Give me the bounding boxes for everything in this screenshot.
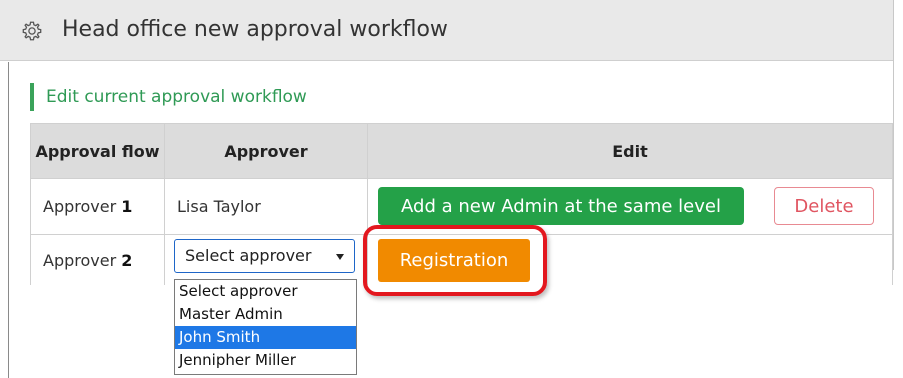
table-header-row: Approval flow Approver Edit: [30, 123, 893, 179]
section-title: Edit current approval workflow: [46, 87, 307, 107]
section-accent-bar: [30, 83, 34, 111]
dropdown-option[interactable]: Jennipher Miller: [175, 349, 356, 372]
page: Head office new approval workflow Edit c…: [0, 0, 903, 378]
approver-name: Lisa Taylor: [164, 178, 368, 235]
column-header-approval-flow: Approval flow: [30, 123, 165, 179]
approver-step-number: 1: [121, 197, 133, 216]
chevron-down-icon: [336, 254, 344, 260]
approver-select-value: Select approver: [185, 246, 312, 265]
approver-step-number: 2: [121, 250, 133, 270]
frame-border-right: [893, 0, 894, 270]
approver-step-label: Approver: [43, 197, 117, 216]
approver-step-label: Approver: [43, 250, 117, 270]
approver-dropdown-list: Select approver Master Admin John Smith …: [174, 279, 357, 375]
dropdown-option-highlighted[interactable]: John Smith: [175, 326, 356, 349]
frame-border-left: [8, 62, 9, 378]
approval-flow-cell: Approver 1: [30, 178, 165, 235]
page-title: Head office new approval workflow: [62, 17, 448, 42]
column-header-approver: Approver: [164, 123, 368, 179]
column-header-edit: Edit: [367, 123, 893, 179]
approver-select[interactable]: Select approver: [174, 239, 355, 273]
add-admin-same-level-button[interactable]: Add a new Admin at the same level: [378, 187, 744, 225]
dropdown-option[interactable]: Master Admin: [175, 303, 356, 326]
panel-header: Head office new approval workflow: [0, 0, 893, 61]
highlight-annotation: [363, 225, 547, 296]
approval-flow-cell: Approver 2: [30, 234, 165, 285]
dropdown-option[interactable]: Select approver: [175, 280, 356, 303]
delete-button[interactable]: Delete: [774, 187, 874, 225]
gear-icon: [22, 21, 42, 41]
